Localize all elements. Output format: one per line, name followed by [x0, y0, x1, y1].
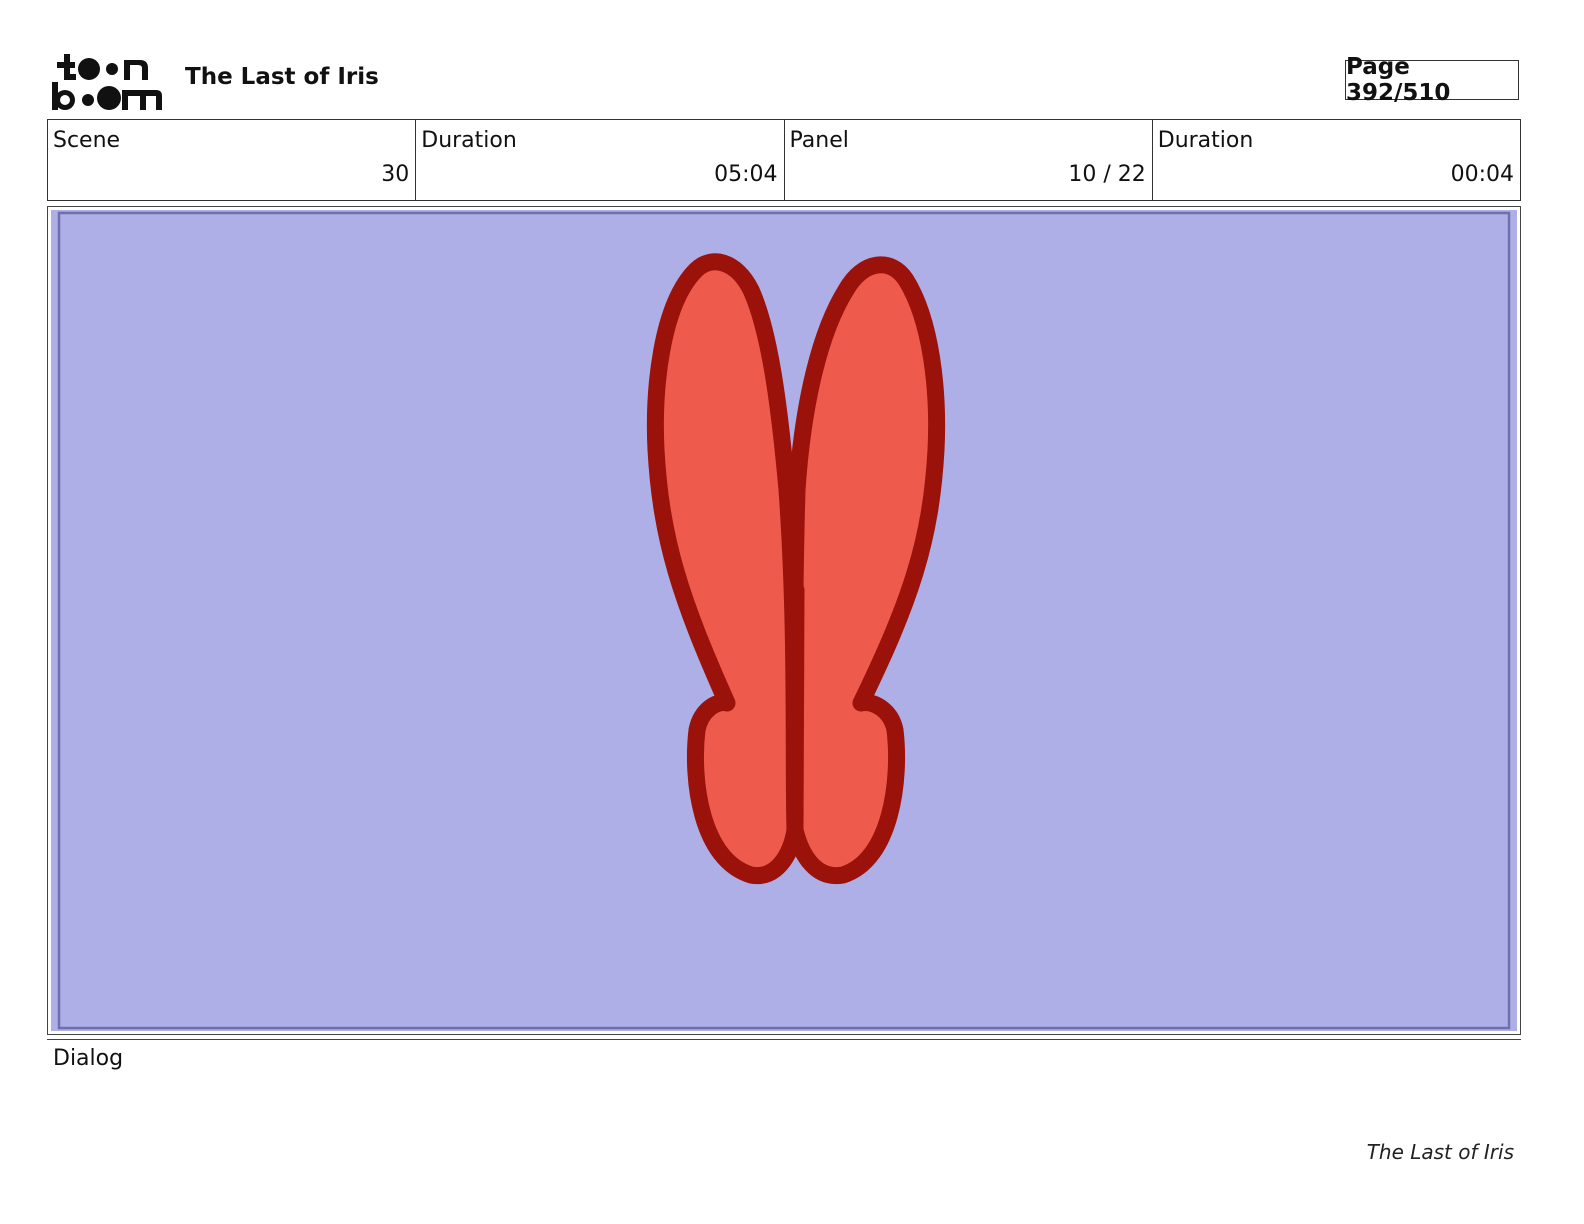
document-title: The Last of Iris [185, 64, 379, 90]
panel-duration-cell: Duration 00:04 [1153, 120, 1520, 200]
toonboom-logo [52, 54, 162, 110]
left-ear-shape [646, 253, 804, 885]
panel-value: 10 / 22 [1068, 162, 1146, 187]
scene-value: 30 [381, 162, 410, 187]
panel-image [51, 210, 1517, 1031]
panel-duration-label: Duration [1157, 128, 1254, 153]
dialog-divider [47, 1039, 1521, 1040]
scene-cell: Scene 30 [48, 120, 417, 200]
panel-duration-value: 00:04 [1450, 162, 1514, 187]
center-divider-line [786, 581, 805, 839]
panel-cell: Panel 10 / 22 [785, 120, 1153, 200]
page-number: Page 392/510 [1345, 54, 1519, 106]
scene-duration-label: Duration [421, 128, 517, 153]
panel-info-table: Scene 30 Duration 05:04 Panel 10 / 22 Du… [47, 119, 1521, 201]
panel-drawing [57, 211, 1511, 1030]
scene-label: Scene [53, 128, 121, 153]
panel-label: Panel [789, 128, 849, 153]
scene-duration-value: 05:04 [714, 162, 778, 187]
footer-title: The Last of Iris [1366, 1140, 1514, 1164]
storyboard-panel [47, 206, 1521, 1035]
dialog-label: Dialog [53, 1046, 124, 1071]
scene-duration-cell: Duration 05:04 [416, 120, 785, 200]
right-ear-shape [786, 256, 946, 885]
